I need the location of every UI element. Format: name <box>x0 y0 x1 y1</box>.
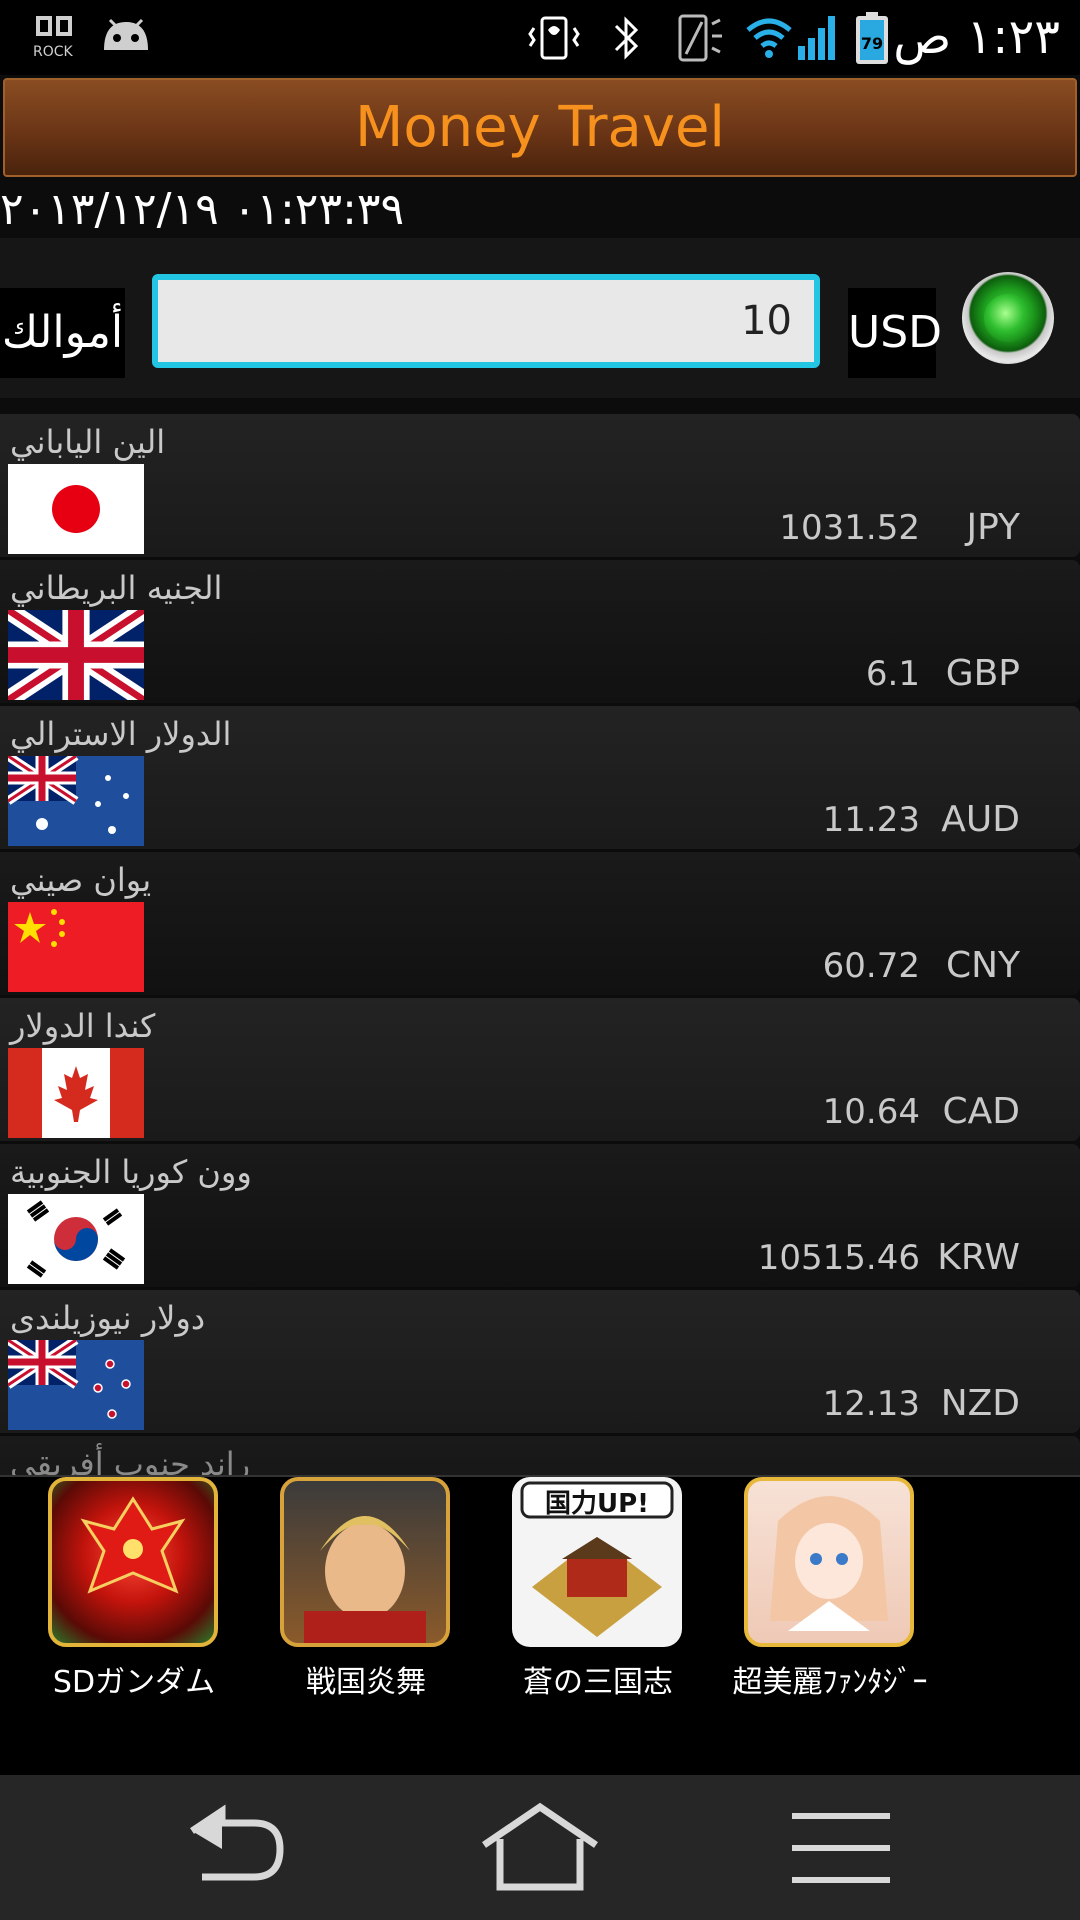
currency-code: AUD <box>941 799 1020 840</box>
fantasy-app-icon <box>744 1477 914 1647</box>
new-zealand-flag-icon <box>8 1340 144 1430</box>
android-icon <box>96 10 156 66</box>
converted-value: 1031.52 <box>779 508 920 548</box>
japan-flag-icon <box>8 464 144 554</box>
funds-label: أموالك <box>0 288 125 378</box>
list-item[interactable]: الين الياباني 1031.52 JPY <box>0 414 1080 557</box>
vibrate-icon <box>526 10 582 66</box>
wifi-icon <box>744 10 794 66</box>
uk-flag-icon <box>8 610 144 700</box>
list-item[interactable]: الجنيه البريطاني 6.1 GBP <box>0 560 1080 703</box>
currency-name: دولار نيوزيلندى <box>10 1299 206 1337</box>
back-button[interactable] <box>162 1795 302 1900</box>
converted-value: 10515.46 <box>757 1238 920 1278</box>
currency-code: GBP <box>945 653 1020 694</box>
rock-label: ROCK <box>33 44 73 60</box>
currency-name: وون كوريا الجنوبية <box>10 1153 252 1191</box>
currency-name: كندا الدولار <box>10 1007 156 1045</box>
ad-label: 蒼の三国志 <box>523 1665 673 1700</box>
list-item[interactable]: وون كوريا الجنوبية 10515.46 KRW <box>0 1144 1080 1287</box>
sengoku-enbu-app-icon <box>280 1477 450 1647</box>
ao-no-sangokushi-app-icon: 国力UP! <box>512 1477 682 1647</box>
converted-value: 60.72 <box>822 946 920 986</box>
list-item[interactable]: الدولار الاسترالي 11.23 AUD <box>0 706 1080 849</box>
china-flag-icon <box>8 902 144 992</box>
ad-banner: SDガンダム 戦国炎舞 国力UP! 蒼の三国志 超美麗ﾌｧﾝﾀｼﾞｰ <box>0 1475 1080 1777</box>
list-item[interactable]: راند جنوب أفريقي <box>0 1436 1080 1475</box>
list-item[interactable]: كندا الدولار 10.64 CAD <box>0 998 1080 1141</box>
green-orb-icon <box>984 294 1032 342</box>
app-title: Money Travel <box>355 95 725 160</box>
currency-name: الين الياباني <box>10 423 166 461</box>
ad-label: 戦国炎舞 <box>306 1665 426 1700</box>
currency-list[interactable]: الين الياباني 1031.52 JPY الجنيه البريطا… <box>0 400 1080 1475</box>
sd-gundam-app-icon <box>48 1477 218 1647</box>
currency-name: يوان صيني <box>10 861 152 899</box>
ad-badge: 国力UP! <box>544 1489 650 1519</box>
canada-flag-icon <box>8 1048 144 1138</box>
bluetooth-icon <box>606 10 646 66</box>
currency-code: KRW <box>937 1237 1020 1278</box>
currency-code: NZD <box>940 1383 1020 1424</box>
currency-code: JPY <box>966 507 1020 548</box>
currency-code: CNY <box>945 945 1020 986</box>
currency-name: الدولار الاسترالي <box>10 715 232 753</box>
south-korea-flag-icon <box>8 1194 144 1284</box>
list-item[interactable]: دولار نيوزيلندى 12.13 NZD <box>0 1290 1080 1433</box>
current-datetime: ٠١:٢٣:٣٩ ٢٠١٣/١٢/١٩ <box>0 184 405 235</box>
app-title-bar: Money Travel <box>3 78 1077 177</box>
list-item[interactable]: يوان صيني 60.72 CNY <box>0 852 1080 995</box>
currency-name: الجنيه البريطاني <box>10 569 223 607</box>
currency-name: راند جنوب أفريقي <box>10 1445 251 1475</box>
rotation-icon <box>672 10 728 66</box>
convert-button[interactable] <box>962 272 1054 364</box>
menu-button[interactable] <box>776 1795 916 1900</box>
converter-input-row: أموالك 10 USD <box>0 238 1080 398</box>
converted-value: 12.13 <box>822 1384 920 1424</box>
battery-level: 79 <box>860 34 884 53</box>
converted-value: 6.1 <box>865 654 920 694</box>
currency-code: CAD <box>942 1091 1020 1132</box>
base-currency-selector[interactable]: USD <box>848 288 942 378</box>
ad-label: SDガンダム <box>52 1665 216 1700</box>
converted-value: 10.64 <box>822 1092 920 1132</box>
amount-input[interactable]: 10 <box>152 274 820 368</box>
status-bar: ROCK 79 ١:٢٣ ص <box>0 0 1080 75</box>
converted-value: 11.23 <box>822 800 920 840</box>
signal-icon <box>796 10 840 66</box>
ad-label: 超美麗ﾌｧﾝﾀｼﾞｰ <box>732 1665 928 1700</box>
australia-flag-icon <box>8 756 144 846</box>
navigation-bar <box>0 1775 1080 1920</box>
clock: ١:٢٣ ص <box>893 9 1060 65</box>
home-button[interactable] <box>470 1795 610 1900</box>
